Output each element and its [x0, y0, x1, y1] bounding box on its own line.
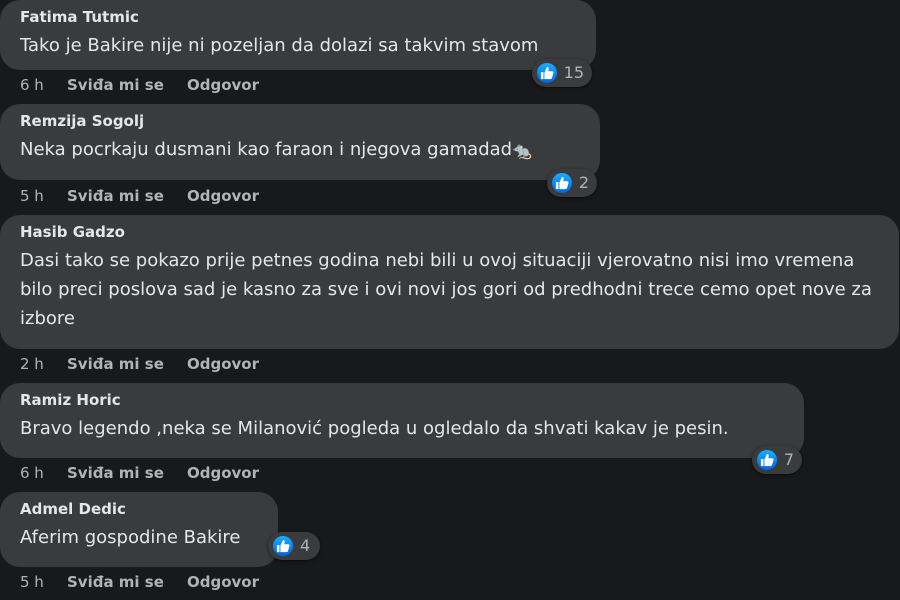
- like-button[interactable]: Sviđa mi se: [67, 186, 187, 206]
- comment-author[interactable]: Remzija Sogolj: [20, 110, 582, 132]
- reaction-count: 4: [300, 536, 311, 555]
- like-icon: [755, 448, 779, 472]
- comment-bubble: Ramiz Horic Bravo legendo ,neka se Milan…: [0, 383, 804, 458]
- comment-timestamp[interactable]: 6 h: [20, 463, 67, 483]
- comment-text: Neka pocrkaju dusmani kao faraon i njego…: [20, 135, 582, 165]
- comment-text: Aferim gospodine Bakire: [20, 527, 241, 548]
- comment-bubble: Fatima Tutmic Tako je Bakire nije ni poz…: [0, 0, 596, 70]
- reaction-badge[interactable]: 7: [752, 446, 802, 474]
- reaction-count: 7: [783, 450, 794, 469]
- comment-text-content: Neka pocrkaju dusmani kao faraon i njego…: [20, 139, 513, 160]
- comment-actions: 6 h Sviđa mi se Odgovor: [20, 463, 259, 483]
- comment-text: Dasi tako se pokazo prije petnes godina …: [20, 250, 872, 329]
- comment-bubble: Remzija Sogolj Neka pocrkaju dusmani kao…: [0, 104, 600, 180]
- comment-actions: 2 h Sviđa mi se Odgovor: [20, 354, 259, 374]
- reply-button[interactable]: Odgovor: [187, 354, 259, 374]
- reaction-count: 2: [578, 173, 589, 192]
- like-button[interactable]: Sviđa mi se: [67, 75, 187, 95]
- comment-actions: 5 h Sviđa mi se Odgovor: [20, 572, 259, 592]
- like-button[interactable]: Sviđa mi se: [67, 463, 187, 483]
- comment-bubble: Hasib Gadzo Dasi tako se pokazo prije pe…: [0, 215, 899, 349]
- reaction-badge[interactable]: 15: [532, 59, 592, 87]
- comment-timestamp[interactable]: 5 h: [20, 572, 67, 592]
- comment-text: Tako je Bakire nije ni pozeljan da dolaz…: [20, 35, 539, 56]
- comment-author[interactable]: Fatima Tutmic: [20, 6, 578, 28]
- reaction-badge[interactable]: 4: [268, 532, 320, 560]
- reply-button[interactable]: Odgovor: [187, 572, 259, 592]
- comment-timestamp[interactable]: 6 h: [20, 75, 67, 95]
- comment-bubble: Admel Dedic Aferim gospodine Bakire: [0, 492, 278, 567]
- like-button[interactable]: Sviđa mi se: [67, 572, 187, 592]
- comment-author[interactable]: Hasib Gadzo: [20, 221, 875, 243]
- comment-text: Bravo legendo ,neka se Milanović pogleda…: [20, 418, 729, 439]
- like-icon: [550, 171, 574, 195]
- comment-actions: 5 h Sviđa mi se Odgovor: [20, 186, 259, 206]
- reply-button[interactable]: Odgovor: [187, 186, 259, 206]
- reply-button[interactable]: Odgovor: [187, 75, 259, 95]
- comment-author[interactable]: Admel Dedic: [20, 498, 260, 520]
- comment-actions: 6 h Sviđa mi se Odgovor: [20, 75, 259, 95]
- like-icon: [535, 61, 559, 85]
- comment-timestamp[interactable]: 5 h: [20, 186, 67, 206]
- like-icon: [271, 534, 295, 558]
- reply-button[interactable]: Odgovor: [187, 463, 259, 483]
- like-button[interactable]: Sviđa mi se: [67, 354, 187, 374]
- reaction-count: 15: [563, 63, 584, 82]
- comment-author[interactable]: Ramiz Horic: [20, 389, 786, 411]
- comment-timestamp[interactable]: 2 h: [20, 354, 67, 374]
- reaction-badge[interactable]: 2: [547, 169, 597, 197]
- rat-emoji-icon: 🐀: [512, 141, 532, 160]
